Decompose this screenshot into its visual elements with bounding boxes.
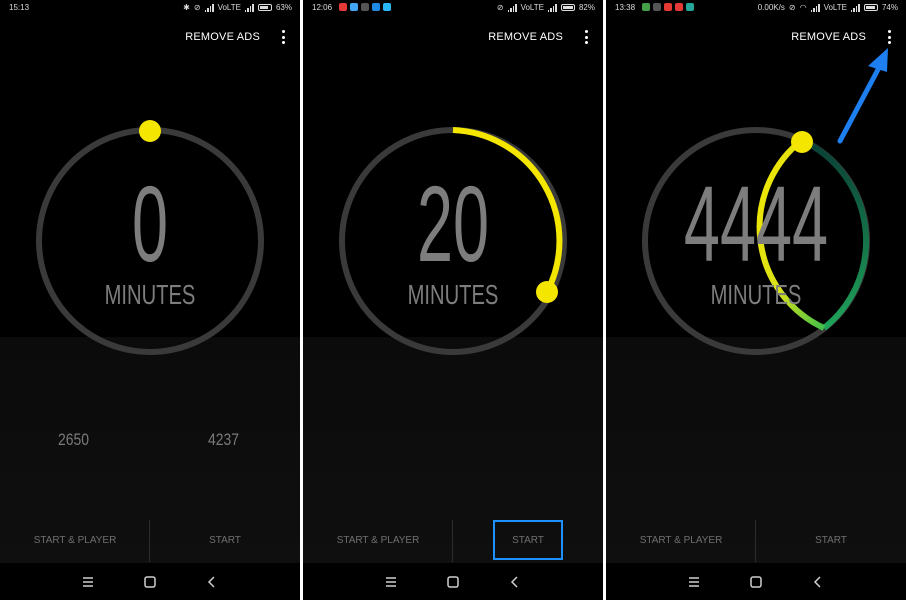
back-icon[interactable]: [203, 573, 221, 591]
dial-value: 0: [131, 163, 169, 284]
action-row: START & PLAYER START: [0, 520, 300, 562]
start-and-player-button[interactable]: START & PLAYER: [303, 520, 453, 562]
navigation-bar: [303, 563, 603, 600]
start-button-highlight: [493, 520, 563, 560]
pointer-arrow-icon: [837, 59, 885, 144]
back-icon[interactable]: [809, 573, 827, 591]
menu-icon[interactable]: [79, 573, 97, 591]
home-icon[interactable]: [141, 573, 159, 591]
stat-left: 2650: [58, 430, 90, 449]
dial-unit: MINUTES: [407, 279, 499, 310]
phone-screen-2: 12:06 ⊘ VoLTE 82% REMOVE ADS 20 MINUTES …: [303, 0, 603, 600]
dial-unit: MINUTES: [710, 279, 802, 310]
pointer-arrow-head: [868, 48, 888, 72]
navigation-bar: [606, 563, 906, 600]
dial-unit: MINUTES: [104, 279, 196, 310]
phone-screen-3: 13:38 0.00K/s ⊘ ◠ VoLTE 74% REMOVE ADS 4…: [606, 0, 906, 600]
start-and-player-button[interactable]: START & PLAYER: [606, 520, 756, 562]
home-icon[interactable]: [747, 573, 765, 591]
dial-value: 4444: [683, 163, 829, 284]
start-and-player-button[interactable]: START & PLAYER: [0, 520, 150, 562]
dial-knob[interactable]: [139, 120, 161, 142]
start-button[interactable]: START: [756, 520, 906, 562]
back-icon[interactable]: [506, 573, 524, 591]
dial-value: 20: [416, 163, 490, 284]
navigation-bar: [0, 563, 300, 600]
stat-right: 4237: [208, 430, 240, 449]
phone-screen-1: 15:13 ✱ ⊘ VoLTE 63% REMOVE ADS 0 MINUTES…: [0, 0, 300, 600]
home-icon[interactable]: [444, 573, 462, 591]
dial-knob[interactable]: [791, 131, 813, 153]
action-row: START & PLAYER START: [606, 520, 906, 562]
menu-icon[interactable]: [382, 573, 400, 591]
start-button[interactable]: START: [150, 520, 300, 562]
menu-icon[interactable]: [685, 573, 703, 591]
